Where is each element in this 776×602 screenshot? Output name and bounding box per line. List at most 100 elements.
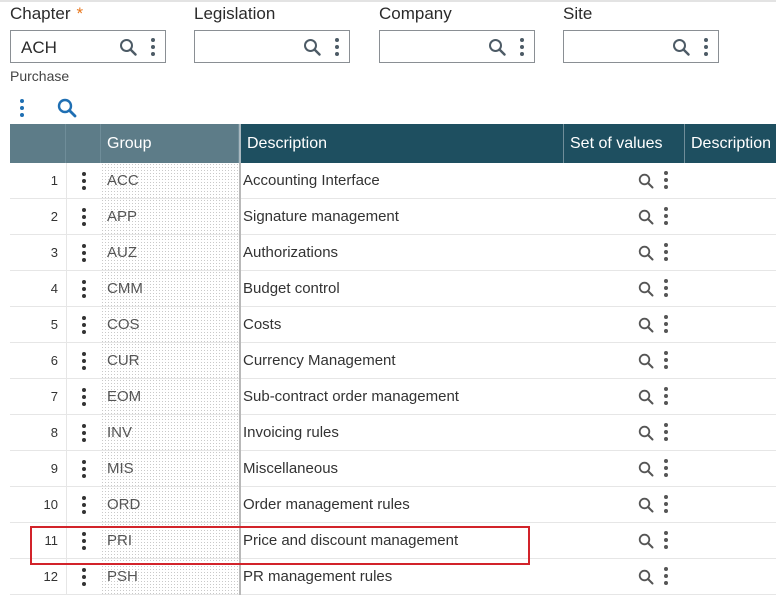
table-row[interactable]: 7 EOM Sub-contract order management	[10, 379, 776, 415]
more-vertical-icon[interactable]	[664, 458, 668, 477]
table-row[interactable]: 9 MIS Miscellaneous	[10, 451, 776, 487]
table-row[interactable]: 5 COS Costs	[10, 307, 776, 343]
row-actions-icon[interactable]	[82, 495, 86, 514]
search-icon[interactable]	[638, 389, 654, 405]
legislation-field[interactable]	[194, 30, 350, 63]
group-cell[interactable]: CMM	[101, 271, 239, 307]
description-cell[interactable]: Budget control	[239, 271, 564, 307]
row-actions-icon[interactable]	[82, 171, 86, 190]
table-row[interactable]: 11 PRI Price and discount management	[10, 523, 776, 559]
group-cell[interactable]: MIS	[101, 451, 239, 487]
more-vertical-icon[interactable]	[520, 37, 524, 57]
table-row[interactable]: 10 ORD Order management rules	[10, 487, 776, 523]
header-description-2[interactable]: Description	[685, 124, 776, 163]
chapter-input-value[interactable]: ACH	[21, 38, 57, 58]
header-group[interactable]: Group	[101, 124, 239, 163]
more-vertical-icon[interactable]	[664, 314, 668, 333]
row-actions-icon[interactable]	[82, 459, 86, 478]
search-icon[interactable]	[303, 38, 321, 56]
row-number: 8	[50, 425, 58, 440]
grid-search-icon[interactable]	[57, 98, 77, 118]
row-actions-icon[interactable]	[82, 315, 86, 334]
group-cell[interactable]: EOM	[101, 379, 239, 415]
group-cell[interactable]: INV	[101, 415, 239, 451]
description-cell[interactable]: Signature management	[239, 199, 564, 235]
table-row[interactable]: 6 CUR Currency Management	[10, 343, 776, 379]
table-row[interactable]: 4 CMM Budget control	[10, 271, 776, 307]
row-separator	[66, 523, 67, 559]
table-row[interactable]: 3 AUZ Authorizations	[10, 235, 776, 271]
description-cell[interactable]: PR management rules	[239, 559, 564, 595]
description-cell[interactable]: Sub-contract order management	[239, 379, 564, 415]
search-icon[interactable]	[638, 209, 654, 225]
header-set-of-values[interactable]: Set of values	[564, 124, 685, 163]
row-actions-icon[interactable]	[82, 351, 86, 370]
group-cell[interactable]: COS	[101, 307, 239, 343]
description-cell[interactable]: Accounting Interface	[239, 163, 564, 199]
search-icon[interactable]	[672, 38, 690, 56]
search-icon[interactable]	[638, 353, 654, 369]
row-actions-icon[interactable]	[82, 279, 86, 298]
row-number: 6	[50, 353, 58, 368]
group-cell[interactable]: PRI	[101, 523, 239, 559]
description-cell[interactable]: Price and discount management	[239, 523, 564, 559]
group-cell[interactable]: ORD	[101, 487, 239, 523]
more-vertical-icon[interactable]	[664, 350, 668, 369]
row-actions-icon[interactable]	[82, 387, 86, 406]
group-cell[interactable]: CUR	[101, 343, 239, 379]
search-icon[interactable]	[638, 173, 654, 189]
more-vertical-icon[interactable]	[664, 170, 668, 189]
more-vertical-icon[interactable]	[664, 566, 668, 585]
row-number: 1	[50, 173, 58, 188]
more-vertical-icon[interactable]	[664, 386, 668, 405]
more-vertical-icon[interactable]	[664, 422, 668, 441]
more-vertical-icon[interactable]	[664, 530, 668, 549]
company-label: Company	[379, 4, 452, 23]
row-actions-icon[interactable]	[82, 207, 86, 226]
search-icon[interactable]	[638, 569, 654, 585]
description-cell[interactable]: Order management rules	[239, 487, 564, 523]
more-vertical-icon[interactable]	[335, 37, 339, 57]
search-icon[interactable]	[638, 461, 654, 477]
description-cell[interactable]: Invoicing rules	[239, 415, 564, 451]
more-vertical-icon[interactable]	[664, 206, 668, 225]
table-row[interactable]: 8 INV Invoicing rules	[10, 415, 776, 451]
table-row[interactable]: 12 PSH PR management rules	[10, 559, 776, 595]
search-icon[interactable]	[638, 533, 654, 549]
group-cell[interactable]: PSH	[101, 559, 239, 595]
search-icon[interactable]	[638, 425, 654, 441]
more-vertical-icon[interactable]	[664, 494, 668, 513]
search-icon[interactable]	[638, 317, 654, 333]
row-actions-icon[interactable]	[82, 531, 86, 550]
more-vertical-icon[interactable]	[664, 242, 668, 261]
description-cell[interactable]: Authorizations	[239, 235, 564, 271]
search-icon[interactable]	[638, 281, 654, 297]
company-field[interactable]	[379, 30, 535, 63]
header-description[interactable]: Description	[239, 124, 564, 163]
description-cell[interactable]: Miscellaneous	[239, 451, 564, 487]
more-vertical-icon[interactable]	[704, 37, 708, 57]
more-vertical-icon[interactable]	[664, 278, 668, 297]
row-actions-icon[interactable]	[82, 243, 86, 262]
site-field[interactable]	[563, 30, 719, 63]
more-vertical-icon[interactable]	[151, 37, 155, 57]
group-cell[interactable]: ACC	[101, 163, 239, 199]
row-number: 7	[50, 389, 58, 404]
chapter-field[interactable]: ACH	[10, 30, 166, 63]
row-actions-icon[interactable]	[82, 567, 86, 586]
row-number: 2	[50, 209, 58, 224]
description-cell[interactable]: Costs	[239, 307, 564, 343]
search-icon[interactable]	[638, 497, 654, 513]
table-row[interactable]: 1 ACC Accounting Interface	[10, 163, 776, 199]
group-cell[interactable]: AUZ	[101, 235, 239, 271]
row-number: 10	[43, 497, 58, 512]
group-cell[interactable]: APP	[101, 199, 239, 235]
search-icon[interactable]	[638, 245, 654, 261]
search-icon[interactable]	[488, 38, 506, 56]
grid-actions-icon[interactable]	[20, 98, 24, 117]
search-icon[interactable]	[119, 38, 137, 56]
table-row[interactable]: 2 APP Signature management	[10, 199, 776, 235]
description-cell[interactable]: Currency Management	[239, 343, 564, 379]
row-actions-icon[interactable]	[82, 423, 86, 442]
chapter-label-text: Chapter	[10, 4, 71, 23]
